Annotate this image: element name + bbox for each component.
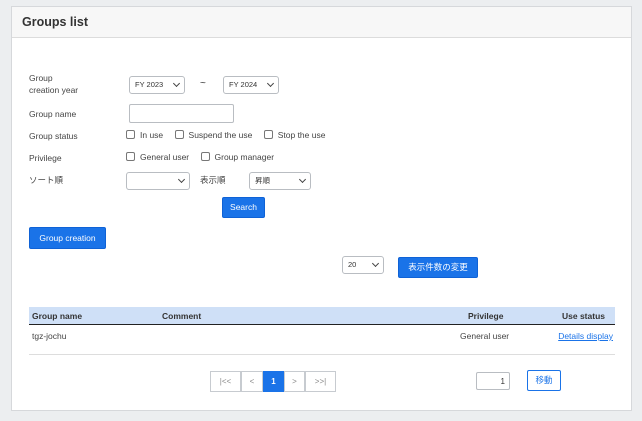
details-display-link[interactable]: Details display xyxy=(558,331,613,341)
last-page-button[interactable]: >>| xyxy=(305,371,336,392)
checkbox[interactable] xyxy=(126,130,135,140)
page-1-button[interactable]: 1 xyxy=(263,371,284,392)
next-page-button[interactable]: > xyxy=(284,371,305,392)
chevron-down-icon xyxy=(371,259,380,268)
year-separator: ~ xyxy=(200,78,206,89)
group-creation-button[interactable]: Group creation xyxy=(29,227,106,249)
go-to-page-button[interactable]: 移動 xyxy=(527,370,561,391)
group-name-label: Group name xyxy=(29,109,77,119)
sort-select[interactable] xyxy=(126,172,190,190)
page-number-input[interactable] xyxy=(476,372,510,390)
column-header-comment: Comment xyxy=(162,311,202,321)
page-size-select[interactable]: 20 xyxy=(342,256,384,274)
row-privilege: General user xyxy=(460,331,510,341)
table-row: tgz-jochu General user Details display xyxy=(29,327,615,355)
chevron-down-icon xyxy=(298,175,307,184)
column-header-group-name: Group name xyxy=(32,311,83,321)
privilege-options: General user Group manager xyxy=(126,152,283,162)
year-to-select[interactable]: FY 2024 xyxy=(223,76,279,94)
sort-label: ソート順 xyxy=(29,175,64,185)
status-in-use-option[interactable]: In use xyxy=(126,130,163,140)
panel-header: Groups list xyxy=(12,7,631,38)
search-button[interactable]: Search xyxy=(222,197,265,218)
first-page-button[interactable]: |<< xyxy=(210,371,241,392)
page-size-value: 20 xyxy=(348,260,357,269)
change-page-size-button[interactable]: 表示件数の変更 xyxy=(398,257,478,278)
order-select[interactable]: 昇順 xyxy=(249,172,311,190)
chevron-down-icon xyxy=(172,79,181,88)
chevron-down-icon xyxy=(266,79,275,88)
privilege-label: Privilege xyxy=(29,153,62,163)
group-status-label: Group status xyxy=(29,131,78,141)
order-label: 表示順 xyxy=(200,175,226,185)
prev-page-button[interactable]: < xyxy=(241,371,263,392)
checkbox[interactable] xyxy=(126,152,135,162)
order-value: 昇順 xyxy=(255,176,270,185)
column-header-privilege: Privilege xyxy=(468,311,504,321)
privilege-general-user-option[interactable]: General user xyxy=(126,152,189,162)
chevron-down-icon xyxy=(177,175,186,184)
group-status-options: In use Suspend the use Stop the use xyxy=(126,130,334,140)
column-header-use-status: Use status xyxy=(562,311,605,321)
year-to-value: FY 2024 xyxy=(229,80,258,89)
checkbox[interactable] xyxy=(174,130,184,140)
table-header: Group name Comment Privilege Use status xyxy=(29,307,615,325)
page-title: Groups list xyxy=(22,15,88,29)
creation-year-label: Group creation year xyxy=(29,73,79,95)
status-stop-option[interactable]: Stop the use xyxy=(263,130,325,140)
row-group-name: tgz-jochu xyxy=(32,331,67,341)
year-from-select[interactable]: FY 2023 xyxy=(129,76,185,94)
checkbox[interactable] xyxy=(200,152,210,162)
year-from-value: FY 2023 xyxy=(135,80,164,89)
status-suspend-option[interactable]: Suspend the use xyxy=(174,130,252,140)
group-name-input[interactable] xyxy=(129,104,234,123)
checkbox[interactable] xyxy=(263,130,273,140)
privilege-group-manager-option[interactable]: Group manager xyxy=(200,152,274,162)
groups-list-panel: Groups list Group creation year FY 2023 … xyxy=(11,6,632,411)
